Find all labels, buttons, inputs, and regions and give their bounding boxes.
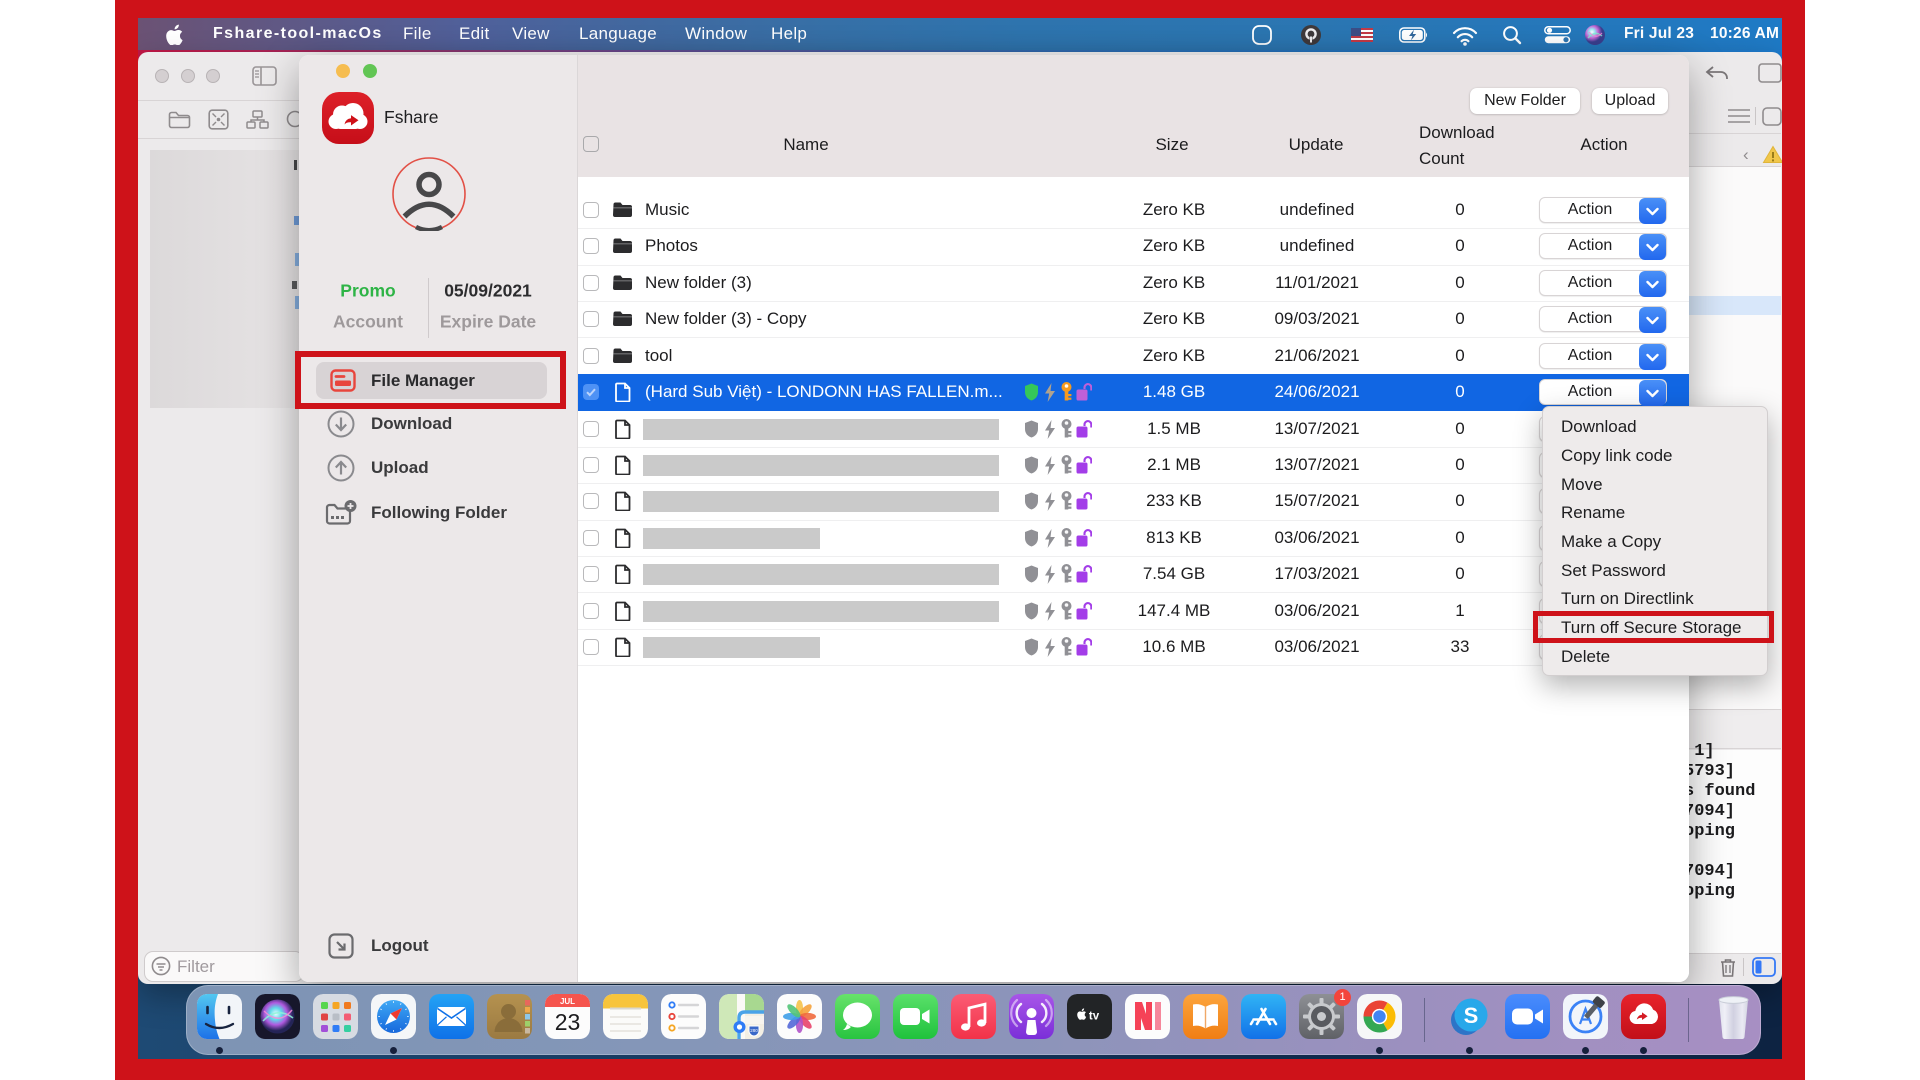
svg-text:23: 23 — [554, 1009, 580, 1035]
svg-text:S: S — [1463, 1003, 1478, 1028]
svg-text:JUL: JUL — [559, 997, 574, 1006]
svg-text:tv: tv — [1088, 1011, 1099, 1023]
svg-text:280: 280 — [750, 1028, 758, 1033]
